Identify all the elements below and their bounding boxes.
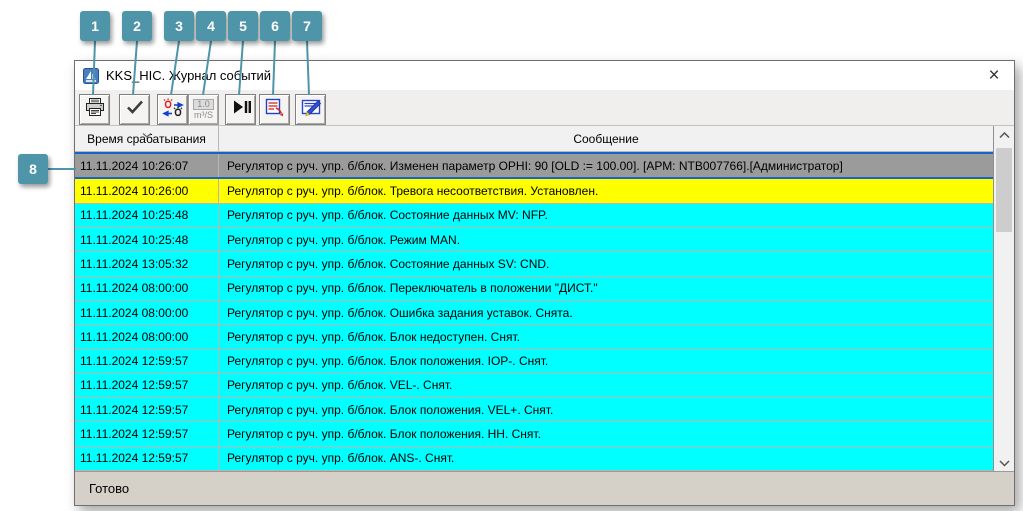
chevron-down-icon [999, 454, 1010, 472]
callout-badge-6: 6 [260, 11, 290, 41]
callout-badge-4: 4 [196, 11, 226, 41]
row-message-cell: Регулятор с руч. упр. б/блок. VEL-. Снят… [219, 374, 993, 397]
table-row[interactable]: 11.11.2024 10:25:48 Регулятор с руч. упр… [75, 228, 993, 252]
row-message-cell: Регулятор с руч. упр. б/блок. Блок полож… [219, 398, 993, 421]
table-row[interactable]: 11.11.2024 08:00:00 Регулятор с руч. упр… [75, 277, 993, 301]
column-header-time[interactable]: Время срабатывания [75, 126, 219, 151]
callout-badge-label: 4 [207, 18, 215, 34]
row-message-cell: Регулятор с руч. упр. б/блок. ANS-. Снят… [219, 447, 993, 470]
screenshot-root: 1 2 3 4 5 6 7 8 KKS_HIC. Журнал событий × [0, 0, 1023, 511]
scroll-down-button[interactable] [994, 454, 1014, 471]
row-message-cell: Регулятор с руч. упр. б/блок. Изменен па… [219, 154, 993, 177]
row-time-cell: 11.11.2024 12:59:57 [75, 398, 219, 421]
callout-badge-label: 2 [133, 18, 141, 34]
event-list-icon [264, 96, 286, 123]
play-pause-icon [230, 96, 252, 123]
row-time-cell: 11.11.2024 12:59:57 [75, 374, 219, 397]
chevron-up-icon [999, 126, 1010, 144]
sort-indicator-icon [142, 127, 152, 141]
notepad-pencil-icon [300, 96, 322, 123]
table-row[interactable]: 11.11.2024 12:59:57 Регулятор с руч. упр… [75, 350, 993, 374]
callout-badge-label: 3 [175, 18, 183, 34]
callout-badge-label: 5 [239, 18, 247, 34]
callout-badge-5: 5 [228, 11, 258, 41]
app-icon [83, 68, 99, 84]
row-time-cell: 11.11.2024 12:59:57 [75, 422, 219, 445]
callout-badge-label: 7 [303, 18, 311, 34]
row-time-cell: 11.11.2024 10:26:00 [75, 179, 219, 202]
table-row[interactable]: 11.11.2024 12:59:57 Регулятор с руч. упр… [75, 374, 993, 398]
table-row[interactable]: 11.11.2024 08:00:00 Регулятор с руч. упр… [75, 325, 993, 349]
row-time-cell: 11.11.2024 13:05:32 [75, 252, 219, 275]
row-time-cell: 11.11.2024 12:59:57 [75, 350, 219, 373]
window-titlebar[interactable]: KKS_HIC. Журнал событий × [75, 61, 1014, 90]
edit-button[interactable] [295, 94, 326, 125]
callout-badge-2: 2 [122, 11, 152, 41]
play-pause-button[interactable] [225, 94, 256, 125]
row-message-cell: Регулятор с руч. упр. б/блок. Состояние … [219, 204, 993, 227]
vertical-scrollbar[interactable] [993, 126, 1014, 471]
row-message-cell: Регулятор с руч. упр. б/блок. Блок полож… [219, 422, 993, 445]
units-unit: m³/S [194, 111, 213, 120]
units-icon: 1.0 m³/S [193, 99, 214, 120]
table-row[interactable]: 11.11.2024 08:00:00 Регулятор с руч. упр… [75, 301, 993, 325]
row-time-cell: 11.11.2024 08:00:00 [75, 277, 219, 300]
event-list-button[interactable] [259, 94, 290, 125]
row-message-cell: Регулятор с руч. упр. б/блок. Переключат… [219, 277, 993, 300]
toolbar: 1.0 m³/S [75, 90, 1014, 126]
row-time-cell: 11.11.2024 10:26:07 [75, 154, 219, 177]
scroll-up-button[interactable] [994, 126, 1014, 143]
callout-badge-8: 8 [18, 154, 48, 184]
callout-badge-3: 3 [164, 11, 194, 41]
column-header-message[interactable]: Сообщение [219, 126, 993, 151]
callout-badge-1: 1 [80, 11, 110, 41]
callout-badge-label: 1 [91, 18, 99, 34]
event-log-window: KKS_HIC. Журнал событий × [74, 60, 1015, 506]
window-title: KKS_HIC. Журнал событий [106, 68, 271, 83]
alarm-transfer-button[interactable] [157, 94, 188, 125]
checkmark-icon [124, 96, 146, 123]
scrollbar-thumb[interactable] [996, 148, 1012, 232]
table-row[interactable]: 11.11.2024 12:59:57 Регулятор с руч. упр… [75, 422, 993, 446]
callout-badge-label: 6 [271, 18, 279, 34]
row-message-cell: Регулятор с руч. упр. б/блок. Ошибка зад… [219, 301, 993, 324]
table-header: Время срабатывания Сообщение [75, 126, 993, 152]
table-row[interactable]: 11.11.2024 12:59:57 Регулятор с руч. упр… [75, 447, 993, 471]
callout-badge-8-label: 8 [29, 161, 37, 177]
acknowledge-button[interactable] [119, 94, 150, 125]
column-header-message-label: Сообщение [573, 132, 638, 146]
status-text: Готово [89, 481, 129, 496]
alarm-transfer-icon [162, 96, 184, 123]
row-time-cell: 11.11.2024 12:59:57 [75, 447, 219, 470]
printer-icon [84, 96, 106, 123]
table-row-selected[interactable]: 11.11.2024 10:26:07 Регулятор с руч. упр… [75, 152, 993, 179]
row-message-cell: Регулятор с руч. упр. б/блок. Тревога не… [219, 179, 993, 202]
units-button: 1.0 m³/S [188, 94, 219, 125]
row-time-cell: 11.11.2024 08:00:00 [75, 301, 219, 324]
table-row[interactable]: 11.11.2024 13:05:32 Регулятор с руч. упр… [75, 252, 993, 276]
status-bar: Готово [75, 471, 1014, 505]
row-time-cell: 11.11.2024 10:25:48 [75, 228, 219, 251]
row-message-cell: Регулятор с руч. упр. б/блок. Состояние … [219, 252, 993, 275]
table-row[interactable]: 11.11.2024 12:59:57 Регулятор с руч. упр… [75, 398, 993, 422]
row-message-cell: Регулятор с руч. упр. б/блок. Режим MAN. [219, 228, 993, 251]
table-body: 11.11.2024 10:26:07 Регулятор с руч. упр… [75, 152, 993, 471]
table-row[interactable]: 11.11.2024 10:25:48 Регулятор с руч. упр… [75, 204, 993, 228]
row-message-cell: Регулятор с руч. упр. б/блок. Блок недос… [219, 325, 993, 348]
units-value: 1.0 [193, 99, 214, 110]
row-time-cell: 11.11.2024 08:00:00 [75, 325, 219, 348]
callout-badge-7: 7 [292, 11, 322, 41]
table-row[interactable]: 11.11.2024 10:26:00 Регулятор с руч. упр… [75, 179, 993, 203]
row-time-cell: 11.11.2024 10:25:48 [75, 204, 219, 227]
close-button[interactable]: × [974, 61, 1014, 90]
row-message-cell: Регулятор с руч. упр. б/блок. Блок полож… [219, 350, 993, 373]
print-button[interactable] [79, 94, 110, 125]
